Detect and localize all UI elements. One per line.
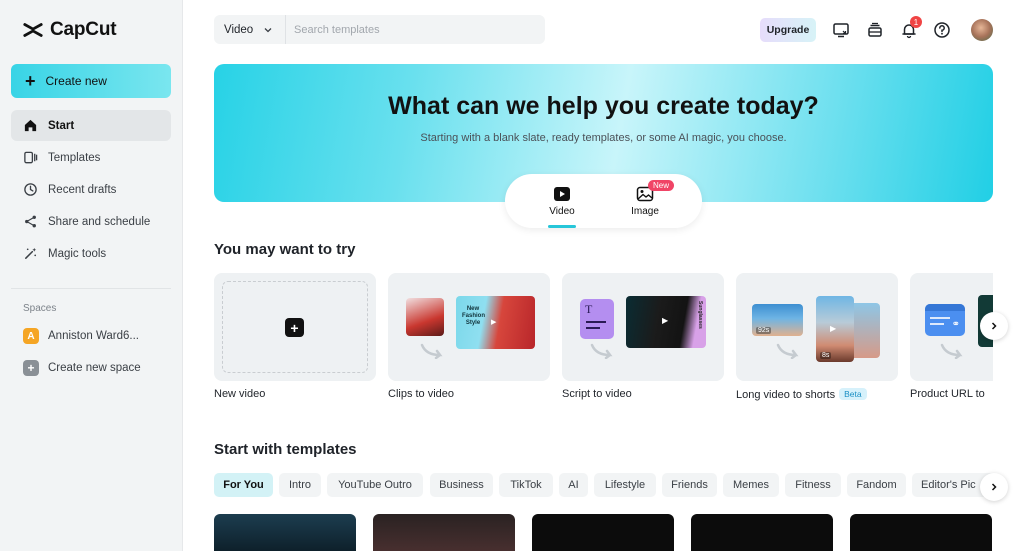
device-icon[interactable] [831,20,851,40]
chip-memes[interactable]: Memes [723,473,779,497]
sidebar: CapCut + Create new Start Templates Rece… [0,0,183,551]
template-thumbnail[interactable] [214,514,356,551]
sidebar-item-label: Magic tools [48,247,107,260]
notification-badge: 1 [910,16,922,28]
plus-icon: + [25,71,36,91]
chip-for-you[interactable]: For You [214,473,273,497]
plus-icon: + [285,318,304,337]
space-item-label: Anniston Ward6... [48,330,139,342]
sidebar-item-magic-tools[interactable]: Magic tools [11,238,171,269]
plus-icon: + [23,360,39,376]
template-thumbnail[interactable] [691,514,833,551]
card-label: Product URL to [910,388,985,400]
capcut-logo[interactable]: CapCut [22,19,117,41]
sidebar-item-label: Recent drafts [48,183,117,196]
search-type-dropdown[interactable]: Video [214,15,286,44]
active-tab-indicator [548,225,576,228]
card-label: Long video to shorts Beta [736,388,867,401]
duration-label: 8s [820,352,832,359]
search-input[interactable] [286,23,526,36]
search-type-label: Video [224,23,254,36]
sidebar-item-label: Share and schedule [48,215,151,228]
tab-video[interactable]: Video [522,174,602,228]
template-thumbnail[interactable] [532,514,674,551]
sidebar-item-label: Start [48,119,75,132]
space-avatar: A [23,328,39,344]
thumb-caption: New Fashion Style [462,306,486,326]
create-new-label: Create new [45,74,107,88]
video-thumbnail: ▶ Sunglasses [626,296,706,348]
clip-thumbnail [406,298,444,336]
section-title-try: You may want to try [214,241,356,258]
capcut-logo-icon [23,23,43,37]
beta-badge: Beta [839,388,867,400]
chip-intro[interactable]: Intro [279,473,321,497]
short-thumbnail: ▶ 8s [816,296,854,362]
arrow-icon [420,343,443,359]
video-play-icon [554,186,570,201]
video-thumbnail: New Fashion Style ▶ [456,296,535,349]
duration-label: 92s [756,327,772,334]
chip-friends[interactable]: Friends [662,473,717,497]
card-script-to-video[interactable]: T ▶ Sunglasses [562,273,724,381]
link-icon: ⚭ [951,319,960,330]
section-title-templates: Start with templates [214,441,357,458]
chip-ai[interactable]: AI [559,473,588,497]
tab-label: Video [549,205,575,217]
carousel-next-button[interactable] [980,312,1008,340]
sidebar-divider [11,288,171,289]
chip-fitness[interactable]: Fitness [785,473,841,497]
chip-business[interactable]: Business [430,473,493,497]
sidebar-item-label: Templates [48,151,101,164]
chevron-down-icon [264,27,272,32]
arrow-icon [590,343,613,359]
template-thumbnail[interactable] [850,514,992,551]
help-icon[interactable] [932,20,952,40]
thumb-caption: Sunglasses [697,301,703,329]
share-icon [22,214,38,230]
arrow-icon [940,343,963,359]
user-avatar[interactable] [971,19,993,41]
spaces-heading: Spaces [23,303,57,314]
play-icon: ▶ [662,316,669,325]
arrow-icon [776,343,799,359]
hero-title: What can we help you create today? [388,92,819,120]
clock-icon [22,182,38,198]
script-document-icon: T [580,299,614,339]
chip-youtube-outro[interactable]: YouTube Outro [327,473,423,497]
card-label: Script to video [562,388,632,400]
sidebar-item-templates[interactable]: Templates [11,142,171,173]
new-badge: New [648,180,675,191]
search-bar: Video [214,15,545,44]
card-label: New video [214,388,266,400]
space-item-label: Create new space [48,362,141,374]
card-new-video[interactable]: + [214,273,376,381]
card-long-video-to-shorts[interactable]: 92s ▶ 8s [736,273,898,381]
templates-icon [22,150,38,166]
chevron-right-icon [991,322,997,330]
chips-next-button[interactable] [980,473,1008,501]
hero-subtitle: Starting with a blank slate, ready templ… [420,132,787,144]
chevron-right-icon [991,483,997,491]
browser-window-icon: ⚭ [925,304,965,336]
play-icon: ▶ [491,319,497,326]
sidebar-item-share-schedule[interactable]: Share and schedule [11,206,171,237]
card-label-text: Long video to shorts [736,389,836,401]
card-label: Clips to video [388,388,455,400]
space-item-anniston[interactable]: A Anniston Ward6... [11,322,171,350]
chip-fandom[interactable]: Fandom [847,473,906,497]
long-video-thumbnail: 92s [752,304,803,336]
tab-label: Image [631,205,659,217]
play-icon: ▶ [830,324,837,333]
chip-lifestyle[interactable]: Lifestyle [594,473,656,497]
create-new-space-button[interactable]: + Create new space [11,354,171,382]
card-clips-to-video[interactable]: New Fashion Style ▶ [388,273,550,381]
upgrade-button[interactable]: Upgrade [760,18,816,42]
inbox-icon[interactable] [865,20,885,40]
logo-text: CapCut [50,19,117,40]
sidebar-item-recent-drafts[interactable]: Recent drafts [11,174,171,205]
chip-tiktok[interactable]: TikTok [499,473,553,497]
magic-wand-icon [22,246,38,262]
template-thumbnail[interactable] [373,514,515,551]
